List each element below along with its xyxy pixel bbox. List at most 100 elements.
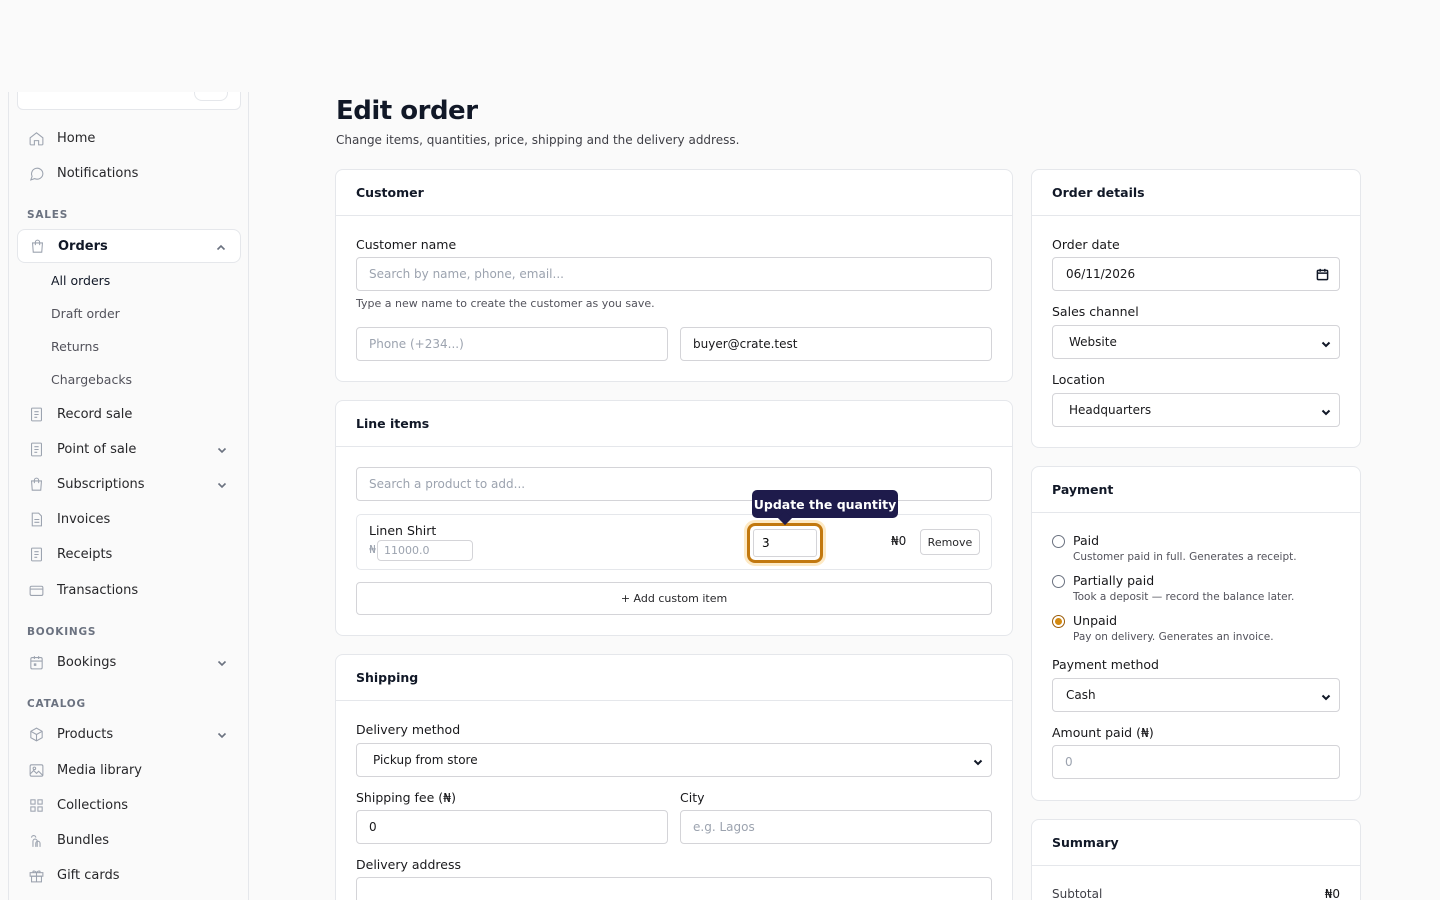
sidebar-item-label: Record sale bbox=[57, 406, 133, 422]
delivery-method-select[interactable]: Pickup from store bbox=[356, 743, 992, 777]
line-items-card: Line items Linen Shirt ₦ ₦0 Remove + Add… bbox=[335, 400, 1013, 636]
sidebar-item-label: Notifications bbox=[57, 165, 139, 181]
sidebar-item-label: Invoices bbox=[57, 511, 111, 527]
sidebar-item-bookings[interactable]: Bookings bbox=[17, 645, 241, 679]
amount-paid-label: Amount paid (₦) bbox=[1052, 725, 1154, 740]
remove-button[interactable]: Remove bbox=[920, 529, 980, 555]
customer-name-label: Customer name bbox=[356, 237, 457, 252]
sidebar-item-collections[interactable]: Collections bbox=[17, 788, 241, 822]
customer-card: Customer Customer name Type a new name t… bbox=[335, 169, 1013, 382]
payment-heading: Payment bbox=[1032, 467, 1360, 513]
sidebar-item-gift-cards[interactable]: Gift cards bbox=[17, 858, 241, 892]
shipping-heading: Shipping bbox=[336, 655, 1012, 701]
location-select[interactable]: Headquarters bbox=[1052, 393, 1340, 427]
receipt-icon bbox=[27, 440, 45, 458]
chevron-down-icon[interactable] bbox=[217, 657, 227, 667]
chevron-up-icon[interactable] bbox=[216, 242, 226, 252]
sidebar-item-point-of-sale[interactable]: Point of sale bbox=[17, 432, 241, 466]
summary-card: Summary Subtotal ₦0 bbox=[1031, 819, 1361, 900]
subtotal-value: ₦0 bbox=[1324, 887, 1340, 900]
sidebar-item-label: Orders bbox=[58, 238, 108, 254]
radio-partially-paid[interactable] bbox=[1052, 575, 1065, 588]
line-item-row: Linen Shirt ₦ ₦0 Remove bbox=[356, 514, 992, 570]
radio-partially-paid-label: Partially paid bbox=[1073, 573, 1155, 588]
line-items-heading: Line items bbox=[336, 401, 1012, 447]
sidebar-item-label: Collections bbox=[57, 797, 129, 813]
sidebar-item-bundles[interactable]: Bundles bbox=[17, 823, 241, 857]
radio-partially-paid-desc: Took a deposit — record the balance late… bbox=[1073, 591, 1295, 603]
sidebar-item-label: Bundles bbox=[57, 832, 110, 848]
sidebar-subitem-all-orders[interactable]: All orders bbox=[51, 273, 110, 288]
add-custom-item-button[interactable]: + Add custom item bbox=[356, 582, 992, 615]
shipping-card: Shipping Delivery method Pickup from sto… bbox=[335, 654, 1013, 900]
chevron-down-icon bbox=[1321, 406, 1331, 416]
radio-unpaid[interactable] bbox=[1052, 615, 1065, 628]
chevron-down-icon bbox=[1321, 338, 1331, 348]
summary-heading: Summary bbox=[1032, 820, 1360, 866]
sidebar-subitem-draft-order[interactable]: Draft order bbox=[51, 306, 120, 321]
order-date-label: Order date bbox=[1052, 237, 1120, 252]
sidebar-item-label: Subscriptions bbox=[57, 476, 145, 492]
sidebar-item-label: Receipts bbox=[57, 546, 113, 562]
sidebar: Home Notifications SALES Orders All orde… bbox=[8, 92, 249, 900]
phone-input[interactable] bbox=[356, 327, 668, 361]
sales-channel-label: Sales channel bbox=[1052, 304, 1139, 319]
delivery-method-label: Delivery method bbox=[356, 722, 461, 737]
location-label: Location bbox=[1052, 372, 1105, 387]
section-heading-sales: SALES bbox=[27, 209, 69, 221]
credit-card-icon bbox=[27, 581, 45, 599]
delivery-address-input[interactable] bbox=[356, 877, 992, 900]
home-icon bbox=[27, 129, 45, 147]
email-input[interactable] bbox=[680, 327, 992, 361]
payment-method-select[interactable]: Cash bbox=[1052, 678, 1340, 712]
chevron-down-icon[interactable] bbox=[217, 444, 227, 454]
sidebar-item-transactions[interactable]: Transactions bbox=[17, 573, 241, 607]
cube-icon bbox=[27, 725, 45, 743]
payment-method-value: Cash bbox=[1066, 688, 1096, 702]
sidebar-item-label: Products bbox=[57, 726, 114, 742]
receipt-icon bbox=[27, 545, 45, 563]
sidebar-item-subscriptions[interactable]: Subscriptions bbox=[17, 467, 241, 501]
sidebar-item-label: Gift cards bbox=[57, 867, 120, 883]
customer-card-heading: Customer bbox=[336, 170, 1012, 216]
city-input[interactable] bbox=[680, 810, 992, 844]
sidebar-item-media-library[interactable]: Media library bbox=[17, 753, 241, 787]
amount-paid-input[interactable] bbox=[1052, 745, 1340, 779]
radio-paid[interactable] bbox=[1052, 535, 1065, 548]
shipping-fee-input[interactable] bbox=[356, 810, 668, 844]
order-date-value: 06/11/2026 bbox=[1066, 267, 1136, 281]
line-item-total: ₦0 bbox=[891, 534, 907, 548]
sidebar-search[interactable] bbox=[17, 92, 241, 110]
quantity-tooltip: Update the quantity bbox=[752, 490, 898, 518]
gift-icon bbox=[27, 866, 45, 884]
customer-name-input[interactable] bbox=[356, 257, 992, 291]
location-value: Headquarters bbox=[1069, 403, 1152, 417]
radio-unpaid-desc: Pay on delivery. Generates an invoice. bbox=[1073, 631, 1274, 643]
city-label: City bbox=[680, 790, 705, 805]
image-icon bbox=[27, 761, 45, 779]
quantity-input[interactable] bbox=[753, 529, 817, 557]
delivery-method-value: Pickup from store bbox=[373, 753, 478, 767]
chevron-down-icon[interactable] bbox=[217, 479, 227, 489]
sidebar-subitem-returns[interactable]: Returns bbox=[51, 339, 99, 354]
sales-channel-select[interactable]: Website bbox=[1052, 325, 1340, 359]
sidebar-item-receipts[interactable]: Receipts bbox=[17, 537, 241, 571]
calendar-icon[interactable] bbox=[1316, 268, 1329, 281]
subtotal-label: Subtotal bbox=[1052, 887, 1103, 900]
line-item-price-input[interactable] bbox=[377, 540, 473, 561]
order-date-input[interactable]: 06/11/2026 bbox=[1052, 257, 1340, 291]
sidebar-item-notifications[interactable]: Notifications bbox=[17, 156, 241, 190]
chevron-down-icon[interactable] bbox=[217, 729, 227, 739]
order-details-card: Order details Order date 06/11/2026 Sale… bbox=[1031, 169, 1361, 448]
sidebar-item-home[interactable]: Home bbox=[17, 121, 241, 155]
sidebar-item-record-sale[interactable]: Record sale bbox=[17, 397, 241, 431]
radio-paid-label: Paid bbox=[1073, 533, 1100, 548]
bundle-icon bbox=[27, 831, 45, 849]
sidebar-subitem-chargebacks[interactable]: Chargebacks bbox=[51, 372, 132, 387]
sidebar-item-orders[interactable]: Orders bbox=[17, 229, 241, 263]
sidebar-item-invoices[interactable]: Invoices bbox=[17, 502, 241, 536]
sidebar-item-products[interactable]: Products bbox=[17, 717, 241, 751]
line-item-name: Linen Shirt bbox=[369, 523, 437, 538]
customer-name-hint: Type a new name to create the customer a… bbox=[356, 297, 655, 310]
sidebar-item-label: Bookings bbox=[57, 654, 117, 670]
